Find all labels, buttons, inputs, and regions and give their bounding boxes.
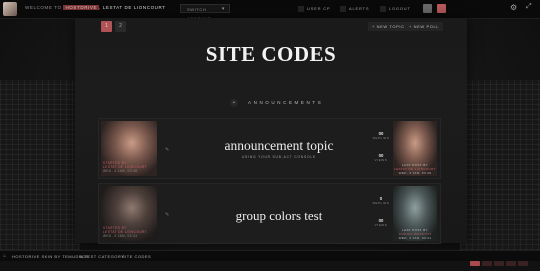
city-right <box>460 80 540 260</box>
last-post-caption: LAST POST BY LESTAT DE LIONCOURT WED, 4 … <box>394 163 436 175</box>
replies-label: REPLIES <box>372 201 390 205</box>
topic-title[interactable]: announcement topic <box>179 138 379 154</box>
indicator-4[interactable] <box>506 261 516 266</box>
alerts-icon <box>340 5 346 12</box>
user-name[interactable]: , LESTAT DE LIONCOURT <box>99 5 166 10</box>
pin-icon: ✎ <box>165 147 170 153</box>
home-icon[interactable]: ⌂ <box>3 253 6 259</box>
last-post-caption: LAST POST BY JOSHUA WASCOTT WED, 4 JAN, … <box>394 228 436 240</box>
logout-label: LOGOUT <box>389 6 411 11</box>
account-name[interactable]: HOSTDRIVE <box>63 5 100 10</box>
expand-icon[interactable]: ⤢ <box>526 3 532 11</box>
welcome-message: WELCOME TO HOSTDRIVE, LESTAT DE LIONCOUR… <box>25 5 166 10</box>
user-cp-icon <box>298 5 304 12</box>
views-label: VIEWS <box>374 223 388 227</box>
views-stat: 00 VIEWS <box>369 218 393 227</box>
starter-caption-date: WED, 4 JAN, 03:41 <box>103 234 138 238</box>
new-topic-button[interactable]: + NEW TOPIC <box>368 22 409 31</box>
topic-row[interactable]: STARTED BY LESTAT DE LIONCOURT WED, 4 JA… <box>98 183 441 244</box>
alerts-label: ALERTS <box>349 6 370 11</box>
avatar[interactable] <box>3 2 17 16</box>
indicator-1[interactable] <box>470 261 480 266</box>
indicator-5[interactable] <box>518 261 528 266</box>
topic-starter-image: STARTED BY LESTAT DE LIONCOURT WED, 4 JA… <box>101 186 157 241</box>
breadcrumb-category[interactable]: A TEST CATEGORY <box>80 254 124 259</box>
collapse-icon[interactable]: + <box>230 99 238 107</box>
logout-link[interactable]: LOGOUT <box>380 4 411 14</box>
welcome-prefix: WELCOME TO <box>25 5 62 10</box>
user-cp-label: USER CP <box>307 6 331 11</box>
breadcrumb-forum[interactable]: SITE CODES <box>122 254 151 259</box>
switch-account-select[interactable]: SWITCH ACCOUNT ▾ <box>180 4 230 21</box>
city-left <box>0 80 80 260</box>
starter-caption: STARTED BY LESTAT DE LIONCOURT WED, 4 JA… <box>103 226 147 238</box>
breadcrumb-home[interactable]: HOSTDRIVE SKIN BY TEMUDROS <box>12 254 89 259</box>
bottom-indicators <box>470 253 535 266</box>
last-post-date: WED, 4 JAN, 03:41 <box>398 236 432 240</box>
topic-starter-image: STARTED BY LESTAT DE LIONCOURT WED, 4 JA… <box>101 121 157 176</box>
starter-caption-date: WED, 4 JAN, 03:46 <box>103 169 138 173</box>
alerts-link[interactable]: ALERTS <box>340 4 369 14</box>
new-poll-button[interactable]: + NEW POLL <box>405 22 444 31</box>
starter-caption: STARTED BY LESTAT DE LIONCOURT WED, 4 JA… <box>103 161 147 173</box>
last-post-date: WED, 4 JAN, 03:46 <box>398 171 432 175</box>
user-cp-link[interactable]: USER CP <box>298 4 330 14</box>
replies-stat: 0 REPLIES <box>369 196 393 205</box>
pin-icon: ✎ <box>165 212 170 218</box>
views-stat: 00 VIEWS <box>369 153 393 162</box>
bottom-bar: ⌂ HOSTDRIVE SKIN BY TEMUDROS A TEST CATE… <box>0 250 540 266</box>
page-2-button[interactable]: 2 <box>115 21 126 32</box>
page-title: SITE CODES <box>205 42 337 66</box>
category-header: + ANNOUNCEMENTS <box>230 99 324 107</box>
logout-icon <box>380 5 386 12</box>
indicator-3[interactable] <box>494 261 504 266</box>
category-label: ANNOUNCEMENTS <box>248 100 324 105</box>
views-label: VIEWS <box>374 158 388 162</box>
replies-label: REPLIES <box>372 136 390 140</box>
replies-stat: 00 REPLIES <box>369 131 393 140</box>
chevron-down-icon: ▾ <box>221 6 225 12</box>
top-bar: WELCOME TO HOSTDRIVE, LESTAT DE LIONCOUR… <box>0 0 540 21</box>
topic-title[interactable]: group colors test <box>179 208 379 224</box>
profile-button[interactable] <box>423 4 432 13</box>
indicator-2[interactable] <box>482 261 492 266</box>
topic-subtitle: USING YOUR SUB-ACT CONSOLE <box>242 155 316 159</box>
gear-icon[interactable]: ⚙ <box>510 3 517 12</box>
page-1-button[interactable]: 1 <box>101 21 112 32</box>
topic-row[interactable]: STARTED BY LESTAT DE LIONCOURT WED, 4 JA… <box>98 118 441 179</box>
messages-button[interactable] <box>437 4 446 13</box>
